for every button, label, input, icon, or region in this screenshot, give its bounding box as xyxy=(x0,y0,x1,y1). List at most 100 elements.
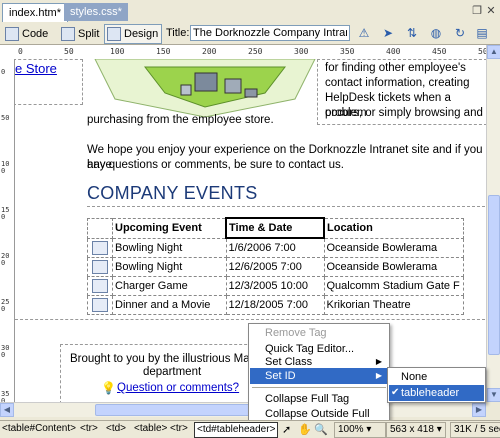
tab-styles-css[interactable]: styles.css* xyxy=(64,3,128,21)
checkmark-icon: ✔ xyxy=(391,387,400,398)
chevron-down-icon: ▾ xyxy=(366,424,372,435)
submenu-item-label: tableheader xyxy=(401,387,460,399)
tab-index-htm[interactable]: index.htm* xyxy=(2,3,68,22)
ruler-tick-label: 450 xyxy=(432,47,447,56)
tag-selector[interactable]: <td> xyxy=(106,422,126,436)
ruler-tick-label: 0 xyxy=(1,68,6,76)
table-cell[interactable]: Krikorian Theatre xyxy=(323,295,464,315)
vertical-ruler: 0 50 100 150 200 250 300 350 xyxy=(0,59,15,405)
table-row: Dinner and a Movie 12/18/2005 7:00 Kriko… xyxy=(87,295,464,315)
heading-divider xyxy=(87,206,485,208)
table-cell[interactable]: Bowling Night xyxy=(112,257,227,277)
table-cell[interactable]: Qualcomm Stadium Gate F xyxy=(323,276,464,296)
store-link[interactable]: e Store xyxy=(15,61,57,76)
horizontal-scrollbar[interactable]: ◀ ▶ xyxy=(0,402,486,417)
ruler-tick-label: 150 xyxy=(1,206,10,221)
table-cell[interactable]: Charger Game xyxy=(112,276,227,296)
table-cell[interactable]: 1/6/2006 7:00 xyxy=(225,237,325,258)
row-icon-cell xyxy=(87,295,113,315)
icon-header-cell xyxy=(87,217,113,239)
tag-selector[interactable]: <table> xyxy=(134,422,167,436)
submenu-item-label: None xyxy=(401,371,428,383)
validation-icon[interactable]: ⚠ xyxy=(356,25,372,41)
tag-selector[interactable]: <table#Content> xyxy=(2,422,76,436)
table-header-cell[interactable]: Location xyxy=(323,217,464,239)
document-toolbar: Code Split Design Title: ⚠ ➤ ⇅ ◍ ↻ ▤ xyxy=(0,22,500,45)
status-bar: <table#Content> <tr> <td> <table> <tr> <… xyxy=(0,420,500,438)
browser-check-icon[interactable]: ➤ xyxy=(380,25,396,41)
submenu-arrow-icon: ▶ xyxy=(375,371,382,380)
hand-tool-icon[interactable]: ✋ xyxy=(298,423,312,436)
dimensions-value: 563 x 418 xyxy=(390,424,434,435)
design-view-button[interactable]: Design xyxy=(104,24,163,44)
horizontal-scroll-thumb[interactable] xyxy=(95,404,255,416)
code-view-button[interactable]: Code xyxy=(2,24,52,44)
scroll-up-icon[interactable]: ▲ xyxy=(487,45,500,59)
table-header-cell-selected[interactable]: Time & Date xyxy=(225,217,325,239)
preview-browser-icon[interactable]: ◍ xyxy=(428,25,444,41)
section-divider xyxy=(15,319,485,321)
design-label: Design xyxy=(124,28,159,40)
vertical-scrollbar[interactable]: ▲ ▼ xyxy=(486,45,500,402)
table-cell[interactable]: 12/3/2005 10:00 xyxy=(225,276,325,296)
vertical-scroll-thumb[interactable] xyxy=(488,195,500,355)
events-table: Upcoming Event Time & Date Location Bowl… xyxy=(87,217,464,315)
ruler-tick-label: 100 xyxy=(1,160,10,175)
ruler-tick-label: 100 xyxy=(110,47,125,56)
event-image-icon xyxy=(92,240,108,255)
refresh-icon[interactable]: ↻ xyxy=(452,25,468,41)
table-row: Charger Game 12/3/2005 10:00 Qualcomm St… xyxy=(87,276,464,296)
table-cell[interactable]: Dinner and a Movie xyxy=(112,295,227,315)
code-label: Code xyxy=(22,28,49,40)
ruler-tick-label: 350 xyxy=(340,47,355,56)
ruler-tick-label: 200 xyxy=(202,47,217,56)
table-cell[interactable]: Oceanside Bowlerama xyxy=(323,237,464,258)
table-cell[interactable]: 12/6/2005 7:00 xyxy=(225,257,325,277)
tag-selector[interactable]: <tr> xyxy=(80,422,98,436)
title-label: Title: xyxy=(166,27,190,39)
scroll-corner xyxy=(486,402,500,420)
scroll-right-icon[interactable]: ▶ xyxy=(472,403,486,417)
company-illustration xyxy=(94,59,316,117)
tag-selector[interactable]: <tr> xyxy=(170,422,188,436)
zoom-tool-icon[interactable]: 🔍 xyxy=(314,423,328,436)
table-cell[interactable]: 12/18/2005 7:00 xyxy=(225,295,325,315)
split-view-button[interactable]: Split xyxy=(58,24,103,44)
menu-item-remove-tag[interactable]: Remove Tag xyxy=(250,325,388,341)
question-link[interactable]: Question or comments? xyxy=(117,381,239,396)
footer-text: department xyxy=(143,366,202,378)
event-image-icon xyxy=(92,298,108,312)
ruler-tick-label: 0 xyxy=(18,47,23,56)
close-icon[interactable]: ✕ xyxy=(484,4,498,18)
ruler-tick-label: 300 xyxy=(294,47,309,56)
row-icon-cell xyxy=(87,257,113,277)
view-options-icon[interactable]: ▤ xyxy=(474,25,490,41)
table-header-cell[interactable]: Upcoming Event xyxy=(112,217,227,239)
help-icon: 💡 xyxy=(101,381,116,395)
menu-item-label: Collapse Full Tag xyxy=(265,393,350,405)
menu-item-label: Remove Tag xyxy=(265,327,327,339)
menu-item-label: Set Class xyxy=(265,356,313,368)
menu-item-set-id[interactable]: Set ID ▶ xyxy=(250,368,388,384)
submenu-item-none[interactable]: None xyxy=(389,369,484,385)
scroll-down-icon[interactable]: ▼ xyxy=(487,388,500,402)
intro-line: contact information, creating xyxy=(325,77,470,89)
ruler-tick-label: 250 xyxy=(248,47,263,56)
submenu-item-tableheader[interactable]: ✔ tableheader xyxy=(389,385,484,401)
code-view-icon xyxy=(5,27,19,41)
pointer-tool-icon[interactable]: ➚ xyxy=(282,423,291,436)
table-cell[interactable]: Bowling Night xyxy=(112,237,227,258)
context-menu: Remove Tag Quick Tag Editor... Set Class… xyxy=(248,323,390,436)
file-management-icon[interactable]: ⇅ xyxy=(404,25,420,41)
title-input[interactable] xyxy=(190,25,350,41)
scroll-left-icon[interactable]: ◀ xyxy=(0,403,14,417)
document-tab-bar: index.htm* styles.css* ❐ ✕ xyxy=(0,0,500,23)
table-row: Bowling Night 1/6/2006 7:00 Oceanside Bo… xyxy=(87,237,464,258)
menu-item-collapse-full-tag[interactable]: Collapse Full Tag xyxy=(250,391,388,407)
zoom-value: 100% xyxy=(338,424,364,435)
ruler-tick-label: 300 xyxy=(1,344,10,359)
restore-icon[interactable]: ❐ xyxy=(470,4,484,18)
tab-label: index.htm* xyxy=(9,7,61,19)
table-cell[interactable]: Oceanside Bowlerama xyxy=(323,257,464,277)
table-row: Bowling Night 12/6/2005 7:00 Oceanside B… xyxy=(87,257,464,277)
